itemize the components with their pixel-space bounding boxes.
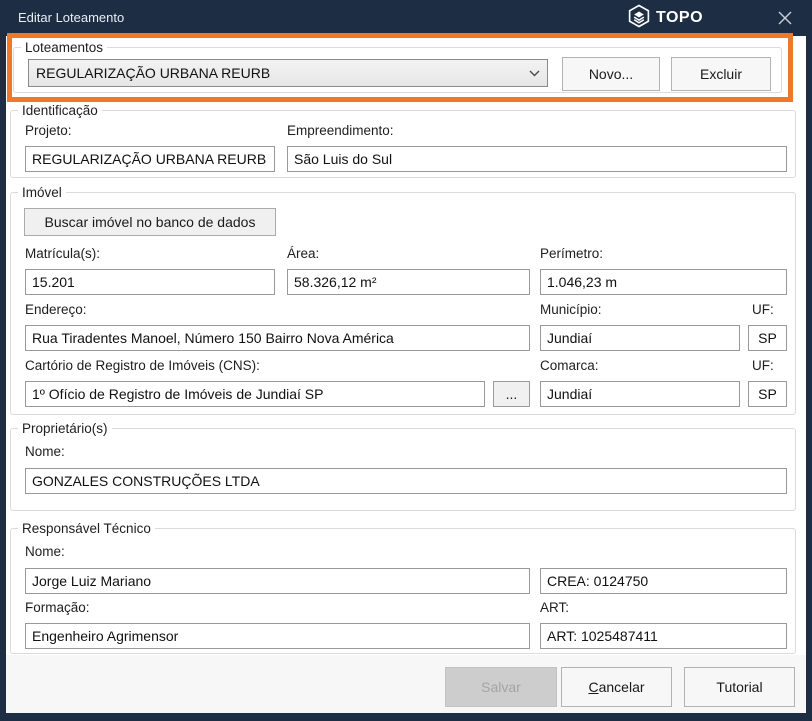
perimetro-label: Perímetro:: [540, 246, 603, 262]
matricula-label: Matrícula(s):: [25, 246, 100, 262]
loteamento-selected-value: REGULARIZAÇÃO URBANA REURB: [29, 65, 521, 81]
cartorio-field[interactable]: [25, 381, 485, 407]
responsavel-nome-label: Nome:: [25, 544, 65, 560]
area-field[interactable]: [287, 269, 530, 295]
formacao-field[interactable]: [25, 623, 530, 649]
empreendimento-field[interactable]: [287, 146, 787, 172]
topo-brand-text: TOPO: [656, 9, 703, 27]
area-label: Área:: [287, 246, 319, 262]
novo-button[interactable]: Novo...: [562, 57, 660, 91]
cartorio-browse-button[interactable]: ...: [493, 381, 530, 407]
formacao-label: Formação:: [25, 600, 90, 616]
comarca-label: Comarca:: [540, 358, 599, 374]
close-icon[interactable]: [770, 6, 800, 30]
group-imovel-legend: Imóvel: [18, 185, 66, 200]
uf-municipio-label: UF:: [752, 302, 774, 318]
group-proprietarios-legend: Proprietário(s): [18, 421, 112, 436]
art-label: ART:: [540, 600, 569, 616]
comarca-field[interactable]: [540, 381, 740, 407]
projeto-field[interactable]: [25, 146, 275, 172]
group-responsavel-legend: Responsável Técnico: [18, 521, 155, 536]
municipio-label: Município:: [540, 302, 602, 318]
cancelar-accel: C: [588, 679, 598, 695]
empreendimento-label: Empreendimento:: [287, 123, 394, 139]
chevron-down-icon: [521, 70, 547, 77]
topo-brand: TOPO: [627, 6, 747, 30]
cartorio-label: Cartório de Registro de Imóveis (CNS):: [25, 358, 260, 374]
topo-logo-icon: [627, 4, 651, 33]
uf-municipio-field[interactable]: [748, 325, 787, 351]
group-identificacao-legend: Identificação: [18, 103, 102, 118]
uf-comarca-field[interactable]: [748, 381, 787, 407]
matricula-field[interactable]: [25, 269, 275, 295]
title-bar: Editar Loteamento TOPO: [0, 0, 812, 36]
responsavel-nome-field[interactable]: [25, 568, 530, 594]
loteamento-select[interactable]: REGULARIZAÇÃO URBANA REURB: [28, 59, 548, 87]
uf-comarca-label: UF:: [752, 358, 774, 374]
municipio-field[interactable]: [540, 325, 740, 351]
cancelar-rest: ancelar: [599, 679, 645, 695]
tutorial-button[interactable]: Tutorial: [684, 667, 795, 707]
endereco-label: Endereço:: [25, 302, 87, 318]
window-title: Editar Loteamento: [18, 0, 124, 36]
excluir-button[interactable]: Excluir: [671, 57, 771, 91]
edit-loteamento-dialog: Editar Loteamento TOPO Loteamentos RE: [0, 0, 812, 721]
cancelar-button[interactable]: Cancelar: [561, 667, 672, 707]
proprietario-nome-label: Nome:: [25, 444, 65, 460]
art-field[interactable]: [540, 623, 787, 649]
salvar-button[interactable]: Salvar: [445, 667, 557, 707]
group-loteamentos-legend: Loteamentos: [21, 40, 107, 55]
endereco-field[interactable]: [25, 325, 530, 351]
buscar-imovel-button[interactable]: Buscar imóvel no banco de dados: [24, 208, 276, 236]
proprietario-nome-field[interactable]: [25, 468, 787, 494]
crea-field[interactable]: [540, 568, 787, 594]
projeto-label: Projeto:: [25, 123, 72, 139]
perimetro-field[interactable]: [540, 269, 787, 295]
